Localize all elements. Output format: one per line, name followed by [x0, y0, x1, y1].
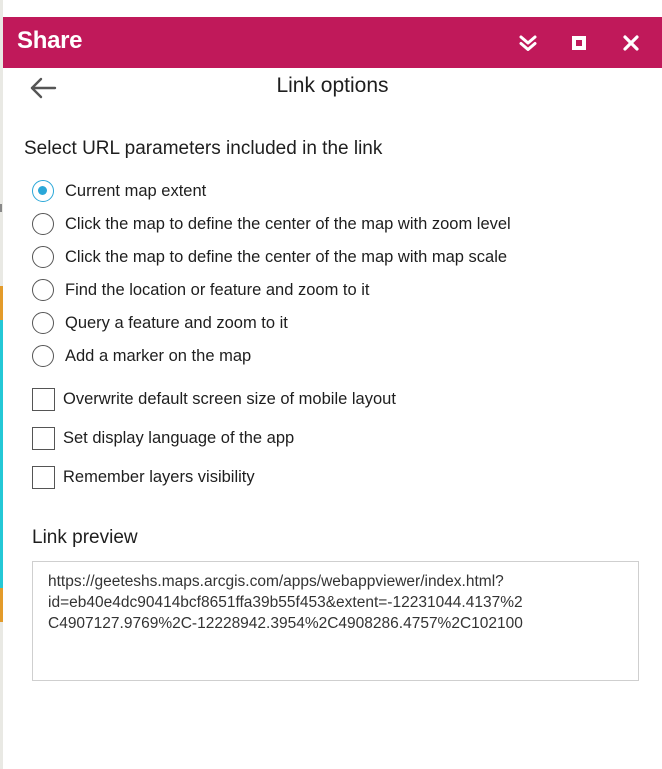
map-edge-mark — [0, 204, 2, 212]
radio-button[interactable] — [32, 213, 54, 235]
radio-button-selected[interactable] — [32, 180, 54, 202]
panel-header: Share — [3, 17, 662, 68]
link-preview-line: https://geeteshs.maps.arcgis.com/apps/we… — [48, 573, 504, 590]
radio-current-map-extent[interactable]: Current map extent — [32, 178, 206, 204]
checkbox-display-language[interactable]: Set display language of the app — [32, 425, 294, 451]
checkbox-label: Overwrite default screen size of mobile … — [63, 389, 396, 408]
link-preview-textarea[interactable]: https://geeteshs.maps.arcgis.com/apps/we… — [32, 561, 639, 681]
radio-label: Click the map to define the center of th… — [65, 247, 508, 266]
close-icon[interactable] — [618, 30, 644, 56]
radio-add-marker[interactable]: Add a marker on the map — [32, 343, 251, 369]
checkbox[interactable] — [32, 465, 55, 489]
double-chevron-down-icon[interactable] — [515, 30, 541, 56]
radio-label: Current map extent — [65, 181, 207, 200]
checkbox-overwrite-screen-size[interactable]: Overwrite default screen size of mobile … — [32, 386, 396, 412]
page: Share Link options Select URL parameters… — [0, 0, 662, 769]
url-parameters-heading: Select URL parameters included in the li… — [24, 138, 383, 159]
radio-button[interactable] — [32, 279, 54, 301]
link-preview-line: id=eb40e4dc90414bcf8651ffa39b55f453&exte… — [48, 594, 523, 611]
radio-button[interactable] — [32, 246, 54, 268]
radio-center-map-scale[interactable]: Click the map to define the center of th… — [32, 244, 507, 270]
panel-title: Link options — [276, 74, 389, 97]
radio-button[interactable] — [32, 345, 54, 367]
maximize-icon[interactable] — [566, 30, 592, 56]
radio-label: Find the location or feature and zoom to… — [65, 280, 370, 299]
checkbox[interactable] — [32, 426, 55, 450]
checkbox-label: Set display language of the app — [63, 428, 295, 447]
checkbox[interactable] — [32, 387, 55, 411]
radio-find-location[interactable]: Find the location or feature and zoom to… — [32, 277, 370, 303]
radio-query-feature[interactable]: Query a feature and zoom to it — [32, 310, 288, 336]
link-preview-heading: Link preview — [32, 527, 138, 548]
radio-label: Add a marker on the map — [65, 346, 252, 365]
panel-header-title: Share — [17, 27, 83, 54]
share-panel: Share Link options Select URL parameters… — [3, 17, 662, 769]
checkbox-layers-visibility[interactable]: Remember layers visibility — [32, 464, 255, 490]
checkbox-label: Remember layers visibility — [63, 467, 255, 486]
radio-center-zoom-level[interactable]: Click the map to define the center of th… — [32, 211, 511, 237]
radio-label: Query a feature and zoom to it — [65, 313, 288, 332]
radio-label: Click the map to define the center of th… — [65, 214, 511, 233]
radio-button[interactable] — [32, 312, 54, 334]
link-preview-line: C4907127.9769%2C-12228942.3954%2C4908286… — [48, 615, 523, 632]
